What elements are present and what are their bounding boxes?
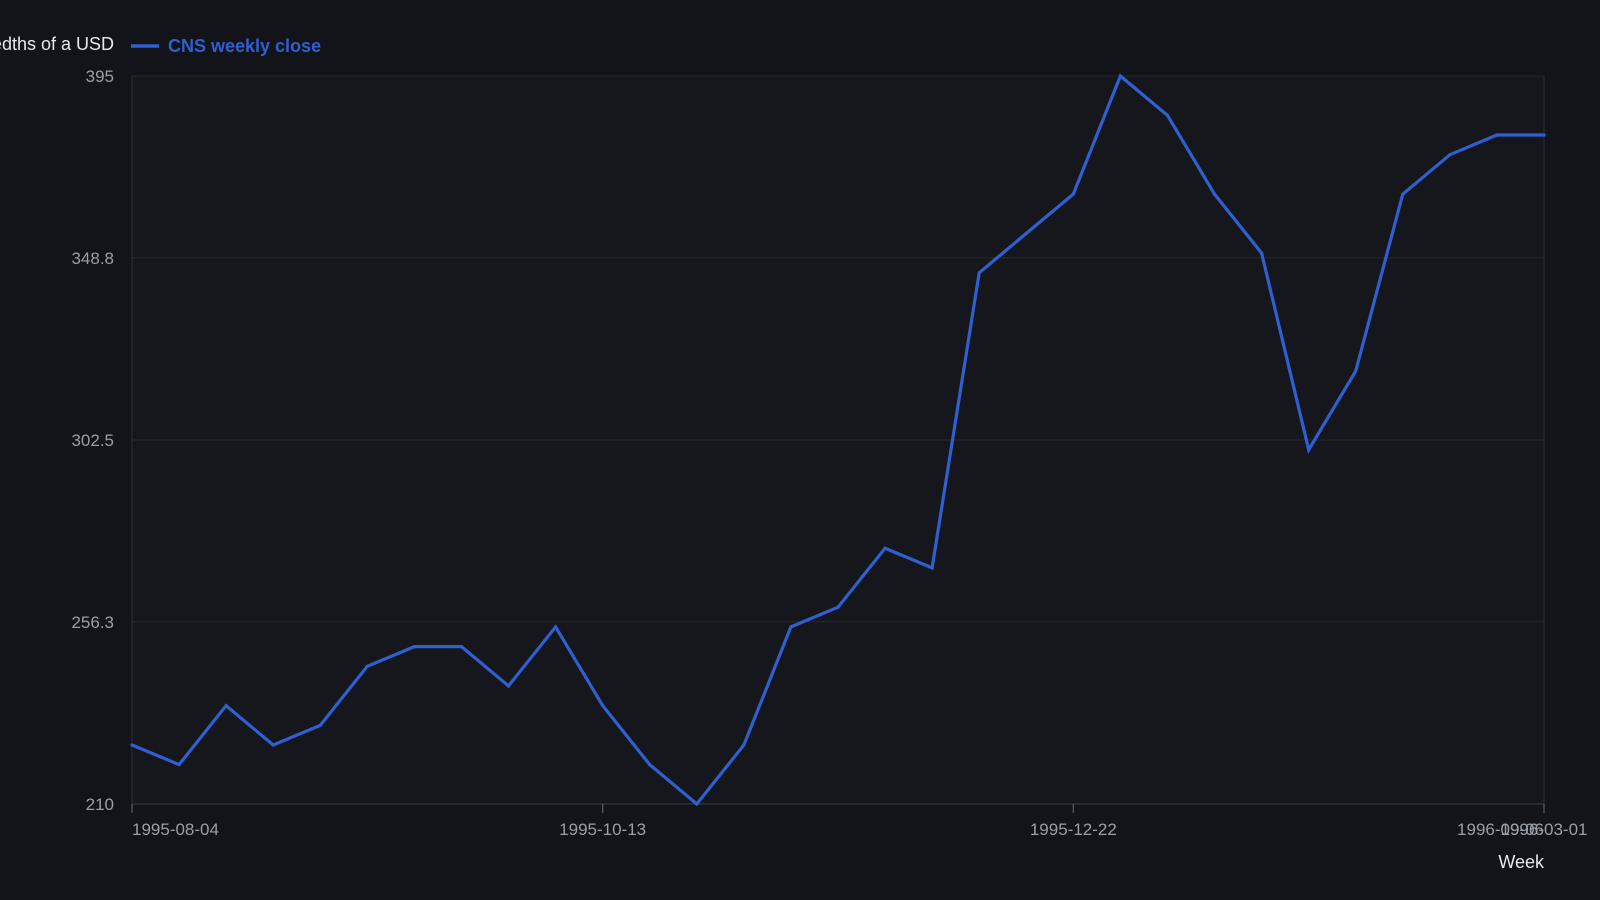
- data-point: [1495, 133, 1499, 137]
- data-point: [1165, 113, 1170, 117]
- data-point: [648, 763, 652, 767]
- data-point: [977, 271, 981, 275]
- data-point: [365, 664, 369, 668]
- data-point: [1401, 192, 1405, 196]
- data-point: [554, 625, 558, 629]
- legend: CNS weekly close: [131, 36, 321, 56]
- y-tick-label: 395: [86, 67, 114, 86]
- chart-stage: 210 256.3 302.5 348.8 395 1995-08-04 1995-10-…: [0, 0, 1600, 900]
- data-point: [1118, 74, 1122, 78]
- data-point: [271, 743, 275, 747]
- y-tick-label: 210: [86, 795, 114, 814]
- x-tick-label: 1995-12-22: [1030, 820, 1117, 839]
- data-point: [1542, 133, 1546, 137]
- x-axis-label: Week: [1498, 852, 1545, 872]
- data-point: [177, 763, 181, 767]
- y-axis-ticks: 210 256.3 302.5 348.8 395: [71, 67, 114, 814]
- x-tick-label: 1995-10-13: [559, 820, 646, 839]
- y-axis-label: Hundredths of a USD: [0, 34, 114, 54]
- data-point: [1024, 231, 1028, 236]
- data-point: [1307, 448, 1311, 452]
- data-point: [789, 625, 793, 629]
- data-point: [459, 644, 464, 649]
- y-tick-label: 302.5: [71, 431, 114, 450]
- data-point: [836, 605, 840, 609]
- data-point: [742, 743, 746, 747]
- data-point: [1260, 251, 1264, 255]
- line-chart: 210 256.3 302.5 348.8 395 1995-08-04 1995-10-…: [0, 34, 1587, 872]
- data-point: [695, 802, 699, 806]
- data-point: [601, 704, 605, 708]
- data-point: [224, 704, 228, 708]
- x-tick-label: 1996-09-06: [1457, 820, 1544, 839]
- data-point: [412, 644, 416, 649]
- legend-label: CNS weekly close: [168, 36, 321, 56]
- data-point: [1354, 369, 1358, 373]
- data-point: [506, 684, 511, 688]
- x-tick-label: 1995-08-04: [132, 820, 219, 839]
- data-point: [318, 723, 322, 727]
- data-point: [1212, 192, 1217, 196]
- data-point: [130, 743, 134, 747]
- x-axis-ticks: 1995-08-04 1995-10-13 1995-12-22 1996-03-01…: [131, 804, 1587, 839]
- data-point: [1071, 192, 1075, 196]
- data-point: [883, 546, 887, 550]
- data-point: [930, 566, 934, 570]
- y-tick-label: 348.8: [71, 249, 114, 268]
- data-point: [1448, 153, 1452, 157]
- y-tick-label: 256.3: [71, 613, 114, 632]
